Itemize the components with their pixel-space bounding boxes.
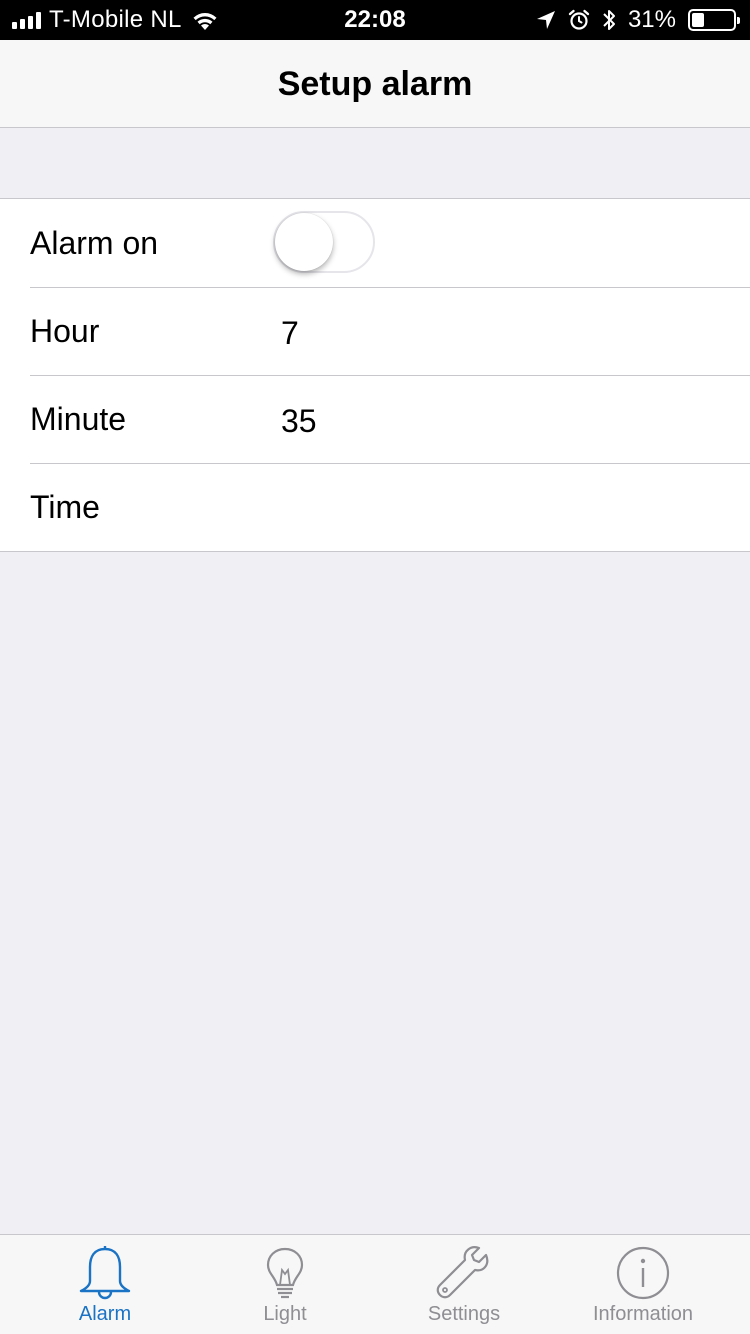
tab-light[interactable]: Light [195,1235,375,1334]
battery-fill [692,13,705,27]
tab-settings-label: Settings [427,1303,501,1325]
battery-icon [688,9,740,31]
page-title: Setup alarm [277,65,473,103]
tab-alarm-label: Alarm [78,1303,132,1325]
tab-bar: Alarm Light Settings Information [0,1234,750,1334]
hour-value[interactable]: 7 [281,315,299,352]
minute-label: Minute [30,400,127,437]
tab-settings[interactable]: Settings [374,1235,554,1334]
tab-information-label: Information [592,1303,694,1325]
tab-alarm[interactable]: Alarm [15,1235,195,1334]
bluetooth-icon [603,10,615,30]
status-bar: T-Mobile NL 22:08 31% [0,0,750,40]
time-label: Time [30,488,100,525]
time-row[interactable]: Time [0,463,750,551]
toggle-knob [275,213,333,271]
bell-icon [79,1246,131,1300]
wrench-icon [436,1246,489,1299]
alarm-on-row: Alarm on [0,199,750,287]
minute-value[interactable]: 35 [281,403,317,440]
minute-row[interactable]: Minute 35 [0,375,750,463]
alarm-on-label: Alarm on [30,224,159,261]
location-arrow-icon [536,11,555,29]
hour-label: Hour [30,312,100,349]
status-right: 31% [536,0,740,40]
hour-row[interactable]: Hour 7 [0,287,750,375]
tab-information[interactable]: Information [553,1235,733,1334]
battery-percent: 31% [627,6,676,33]
alarm-clock-icon [568,9,590,30]
alarm-on-toggle[interactable] [273,211,375,273]
info-icon [616,1246,670,1300]
navigation-bar: Setup alarm [0,40,750,128]
bulb-icon [266,1247,304,1299]
tab-light-label: Light [263,1303,307,1325]
alarm-settings-table: Alarm on Hour 7 Minute 35 Time [0,198,750,552]
